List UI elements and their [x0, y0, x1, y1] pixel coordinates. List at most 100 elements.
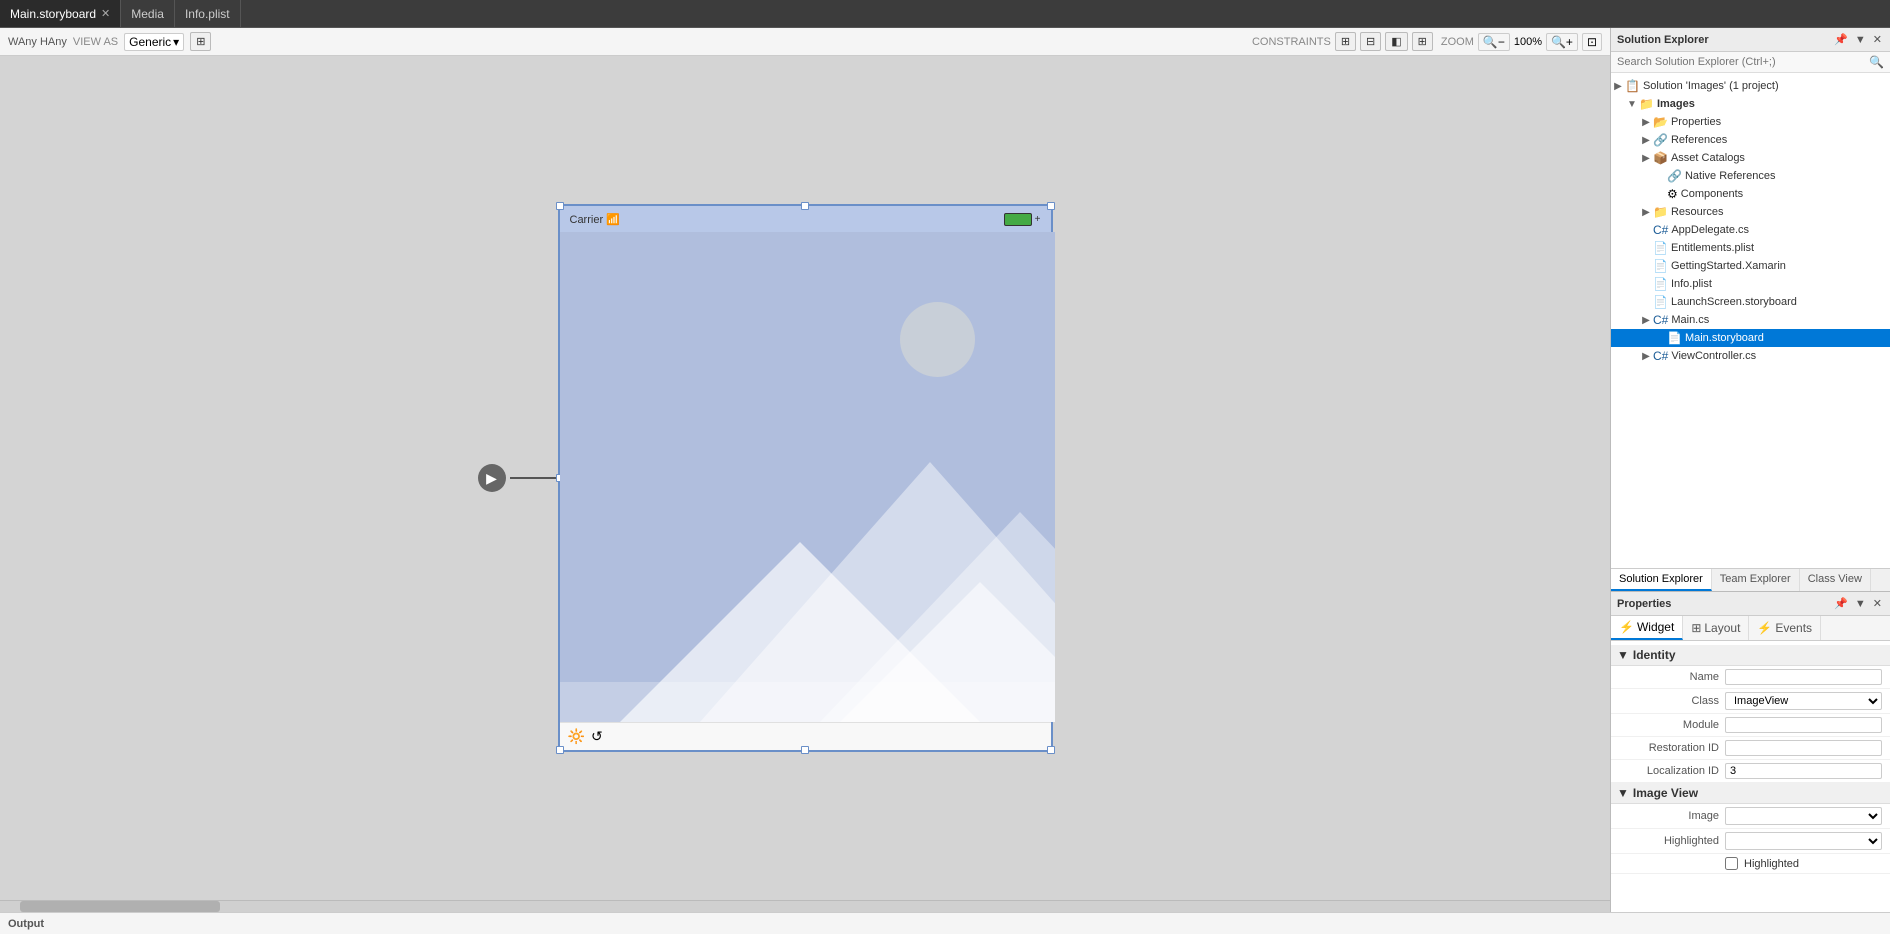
prop-localization-row: Localization ID — [1611, 760, 1890, 783]
expand-icon[interactable]: ▶ — [1639, 351, 1653, 362]
se-tab-class-view[interactable]: Class View — [1800, 569, 1871, 591]
view-as-value: Generic — [129, 35, 171, 49]
carrier-label: Carrier 📶 — [570, 213, 620, 226]
tree-item-gettingstarted[interactable]: ▶ 📄 GettingStarted.Xamarin — [1611, 257, 1890, 275]
canvas-area[interactable]: ▶ — [0, 56, 1610, 900]
tree-item-main-cs[interactable]: ▶ C# Main.cs — [1611, 311, 1890, 329]
restoration-input[interactable] — [1725, 740, 1882, 756]
zoom-percent: 100% — [1514, 36, 1542, 48]
widget-label: Widget — [1637, 620, 1674, 634]
props-tab-widget[interactable]: ⚡ Widget — [1611, 616, 1683, 640]
plist-icon2: 📄 — [1653, 277, 1668, 291]
tree-item-properties[interactable]: ▶ 📂 Properties — [1611, 113, 1890, 131]
handle-top-left[interactable] — [556, 202, 564, 210]
tree-label: Main.storyboard — [1685, 332, 1764, 344]
restoration-label: Restoration ID — [1619, 742, 1719, 754]
localization-label: Localization ID — [1619, 765, 1719, 777]
localization-input[interactable] — [1725, 763, 1882, 779]
tree-item-main-storyboard[interactable]: ▶ 📄 Main.storyboard — [1611, 329, 1890, 347]
toolbar-right: CONSTRAINTS ⊞ ⊟ ◧ ⊞ ZOOM 🔍− 100% 🔍+ ⊡ — [1252, 32, 1602, 51]
zoom-in-btn[interactable]: 🔍+ — [1546, 33, 1578, 51]
constraints-btn-4[interactable]: ⊞ — [1412, 32, 1433, 51]
highlighted-select[interactable] — [1725, 832, 1882, 850]
expand-icon[interactable]: ▼ — [1625, 99, 1639, 110]
props-pin-btn[interactable]: 📌 — [1832, 597, 1850, 610]
props-close-btn[interactable]: ✕ — [1871, 597, 1884, 610]
tree-item-native-references[interactable]: ▶ 🔗 Native References — [1611, 167, 1890, 185]
tree-item-viewcontroller[interactable]: ▶ C# ViewController.cs — [1611, 347, 1890, 365]
props-collapse-btn[interactable]: ▼ — [1853, 598, 1868, 610]
highlighted-check-text: Highlighted — [1744, 858, 1799, 870]
view-as-select[interactable]: Generic ▾ — [124, 33, 184, 51]
prop-highlighted-select-row: Highlighted — [1611, 829, 1890, 854]
canvas-hscroll[interactable] — [0, 900, 1610, 912]
constraints-btn-1[interactable]: ⊞ — [1335, 32, 1356, 51]
handle-bot-left[interactable] — [556, 746, 564, 754]
solution-explorer-title-bar: Solution Explorer 📌 ▼ ✕ — [1611, 28, 1890, 52]
events-label: Events — [1775, 621, 1812, 635]
tree-item-launchscreen[interactable]: ▶ 📄 LaunchScreen.storyboard — [1611, 293, 1890, 311]
phone-frame: Carrier 📶 + — [558, 204, 1053, 752]
tree-label: Main.cs — [1671, 314, 1709, 326]
solution-search-input[interactable] — [1617, 56, 1865, 68]
class-select[interactable]: ImageView — [1725, 692, 1882, 710]
props-tab-layout[interactable]: ⊞ Layout — [1683, 616, 1749, 640]
expand-icon[interactable]: ▶ — [1639, 315, 1653, 326]
handle-bot-right[interactable] — [1047, 746, 1055, 754]
image-view[interactable] — [560, 232, 1055, 722]
handle-top-center[interactable] — [801, 202, 809, 210]
tree-item-entitlements[interactable]: ▶ 📄 Entitlements.plist — [1611, 239, 1890, 257]
solution-explorer: Solution Explorer 📌 ▼ ✕ 🔍 ▶ 📋 Solution '… — [1611, 28, 1890, 592]
tree-view: ▶ 📋 Solution 'Images' (1 project) ▼ 📁 Im… — [1611, 73, 1890, 568]
tree-label: Resources — [1671, 206, 1724, 218]
name-input[interactable] — [1725, 669, 1882, 685]
tab-media[interactable]: Media — [121, 0, 175, 27]
props-tab-events[interactable]: ⚡ Events — [1749, 616, 1821, 640]
images-icon: 📁 — [1639, 97, 1654, 111]
zoom-fit-btn[interactable]: ⊡ — [1582, 33, 1602, 51]
tree-item-components[interactable]: ▶ ⚙ Components — [1611, 185, 1890, 203]
zoom-out-btn[interactable]: 🔍− — [1478, 33, 1510, 51]
emoji-icon-1: 🔆 — [568, 728, 585, 745]
collapse-icon2: ▼ — [1617, 786, 1629, 800]
tree-label: Native References — [1685, 170, 1776, 182]
collapse-btn[interactable]: ▼ — [1853, 34, 1868, 46]
image-view-section-header[interactable]: ▼ Image View — [1611, 783, 1890, 804]
tree-item-resources[interactable]: ▶ 📁 Resources — [1611, 203, 1890, 221]
native-ref-icon: 🔗 — [1667, 169, 1682, 183]
image-select[interactable] — [1725, 807, 1882, 825]
module-input[interactable] — [1725, 717, 1882, 733]
resources-icon: 📁 — [1653, 205, 1668, 219]
identity-section-header[interactable]: ▼ Identity — [1611, 645, 1890, 666]
se-tab-solution-explorer[interactable]: Solution Explorer — [1611, 569, 1712, 591]
handle-top-right[interactable] — [1047, 202, 1055, 210]
tree-label: ViewController.cs — [1671, 350, 1756, 362]
highlighted-checkbox[interactable] — [1725, 857, 1738, 870]
expand-icon[interactable]: ▶ — [1639, 117, 1653, 128]
constraints-btn-3[interactable]: ◧ — [1385, 32, 1407, 51]
tree-item-references[interactable]: ▶ 🔗 References — [1611, 131, 1890, 149]
close-panel-btn[interactable]: ✕ — [1871, 33, 1884, 46]
tree-item-asset-catalogs[interactable]: ▶ 📦 Asset Catalogs — [1611, 149, 1890, 167]
constraints-btn-2[interactable]: ⊟ — [1360, 32, 1381, 51]
tab-close-btn[interactable]: ✕ — [101, 7, 110, 20]
tree-item-info-plist[interactable]: ▶ 📄 Info.plist — [1611, 275, 1890, 293]
tree-item-appdelegate[interactable]: ▶ C# AppDelegate.cs — [1611, 221, 1890, 239]
device-button[interactable]: ⊞ — [190, 32, 211, 51]
widget-icon: ⚡ — [1619, 620, 1634, 634]
solution-search-bar: 🔍 — [1611, 52, 1890, 73]
tree-item-solution[interactable]: ▶ 📋 Solution 'Images' (1 project) — [1611, 77, 1890, 95]
se-tab-team-explorer[interactable]: Team Explorer — [1712, 569, 1800, 591]
expand-icon[interactable]: ▶ — [1611, 81, 1625, 92]
expand-icon[interactable]: ▶ — [1639, 153, 1653, 164]
tab-main-storyboard[interactable]: Main.storyboard ✕ — [0, 0, 121, 27]
tree-item-images[interactable]: ▼ 📁 Images — [1611, 95, 1890, 113]
tab-info-plist[interactable]: Info.plist — [175, 0, 241, 27]
expand-icon[interactable]: ▶ — [1639, 135, 1653, 146]
toolbar-left: WAny HAny VIEW AS Generic ▾ ⊞ — [8, 32, 1244, 51]
expand-icon[interactable]: ▶ — [1639, 207, 1653, 218]
handle-bot-center[interactable] — [801, 746, 809, 754]
hscroll-thumb[interactable] — [20, 901, 220, 912]
pin-btn[interactable]: 📌 — [1832, 33, 1850, 46]
output-bar: Output — [0, 912, 1890, 934]
